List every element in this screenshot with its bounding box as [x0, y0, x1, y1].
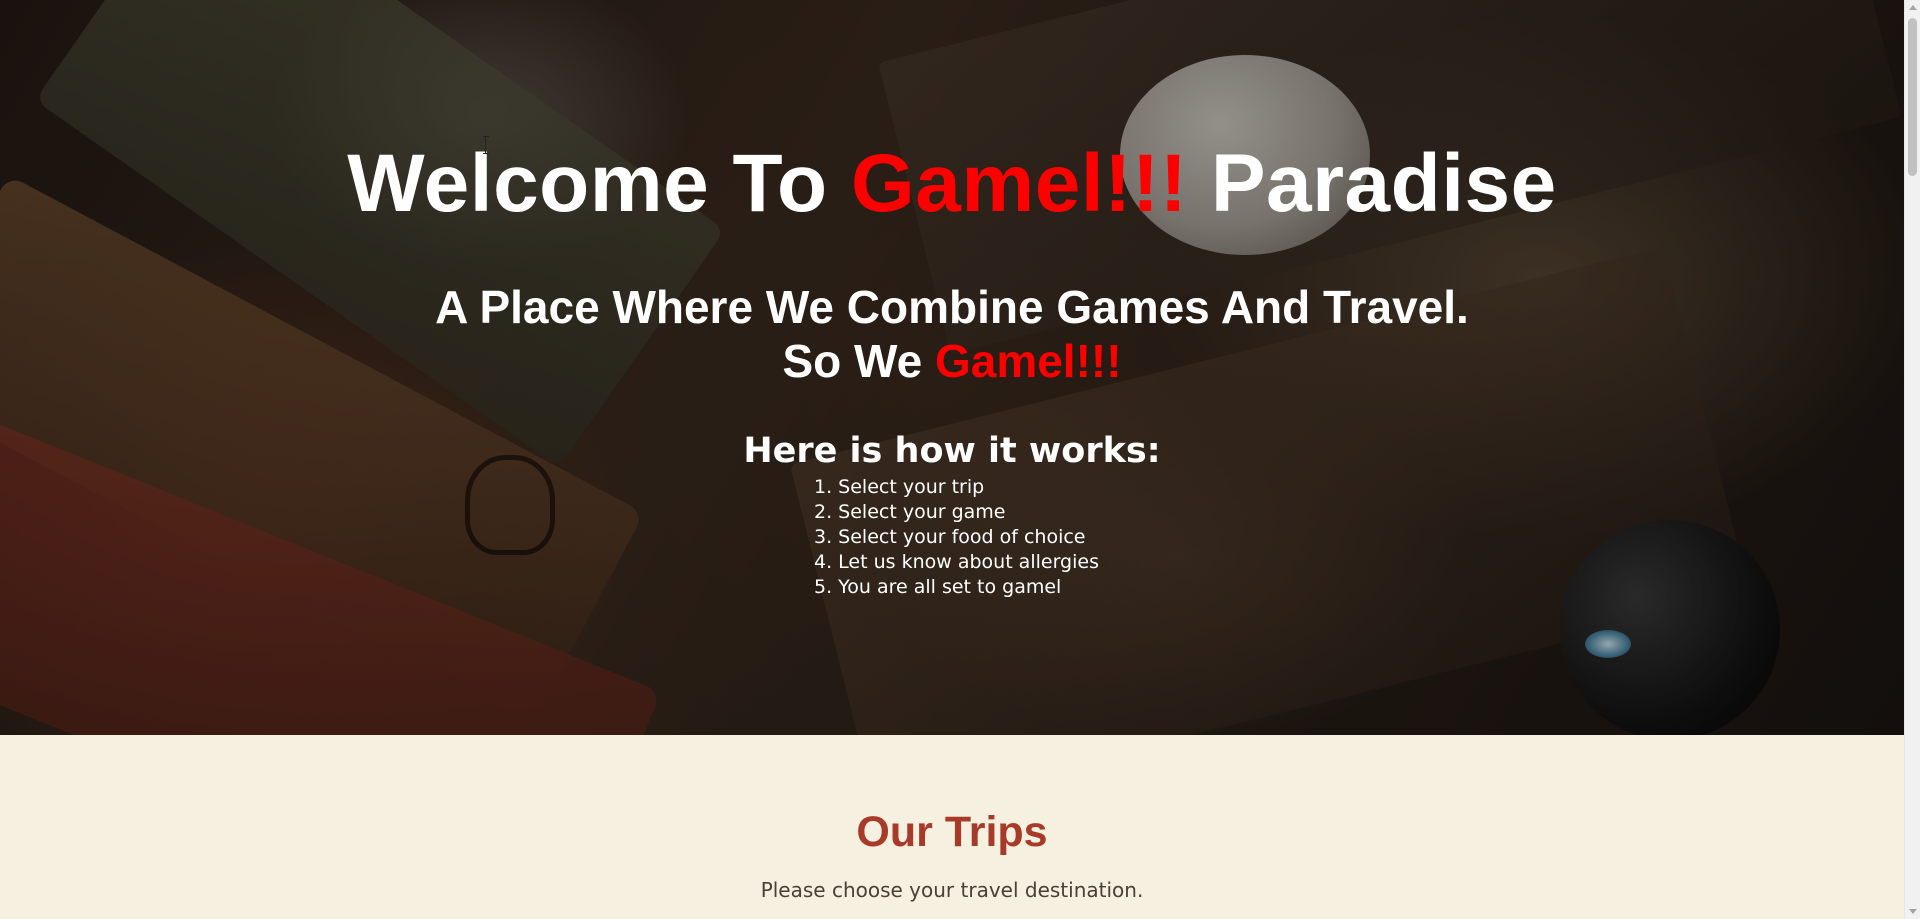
vertical-scrollbar[interactable]	[1904, 0, 1920, 919]
hero-section: Welcome To Gamel!!! Paradise A Place Whe…	[0, 0, 1904, 735]
hero-subtitle: A Place Where We Combine Games And Trave…	[0, 280, 1904, 388]
hero-subtitle-line2-start: So We	[782, 335, 935, 387]
step-item: 3. Select your food of choice	[814, 526, 1086, 548]
scroll-down-arrow-icon[interactable]	[1905, 903, 1920, 919]
page: Welcome To Gamel!!! Paradise A Place Whe…	[0, 0, 1904, 919]
hero-title-brand: Gamel!!!	[850, 138, 1188, 229]
scrollbar-thumb[interactable]	[1908, 18, 1917, 176]
step-item: 4. Let us know about allergies	[814, 551, 1099, 573]
hero-content: Welcome To Gamel!!! Paradise A Place Whe…	[0, 0, 1904, 735]
trips-section: Our Trips Please choose your travel dest…	[0, 735, 1904, 919]
hero-subtitle-line1: A Place Where We Combine Games And Trave…	[435, 281, 1469, 333]
step-item: 1. Select your trip	[814, 476, 985, 498]
hero-title-start: Welcome To	[347, 138, 851, 229]
how-it-works-title: Here is how it works:	[743, 431, 1161, 471]
trips-title: Our Trips	[856, 808, 1048, 856]
step-item: 2. Select your game	[814, 501, 1006, 523]
hero-subtitle-brand: Gamel!!!	[934, 335, 1122, 387]
scroll-up-arrow-icon[interactable]	[1905, 0, 1920, 16]
text-cursor-icon	[483, 136, 489, 154]
trips-description: Please choose your travel destination.	[760, 878, 1144, 902]
step-item: 5. You are all set to gamel	[814, 576, 1062, 598]
hero-title: Welcome To Gamel!!! Paradise	[0, 136, 1904, 231]
steps-list: 1. Select your trip 2. Select your game …	[814, 475, 1099, 600]
hero-title-end: Paradise	[1187, 138, 1557, 229]
